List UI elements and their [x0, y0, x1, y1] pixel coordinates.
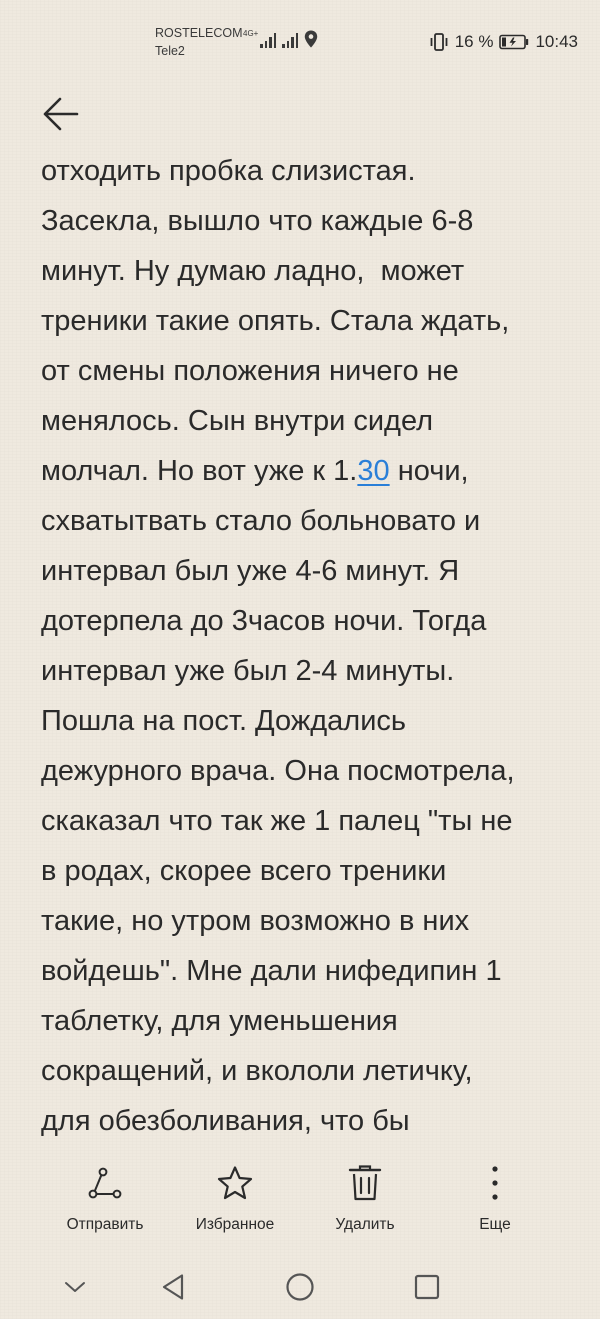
carrier-2: Tele2 [155, 44, 185, 58]
note-line: для обезболивания, что бы [41, 1105, 410, 1137]
note-line: от смены положения ничего не [41, 355, 459, 387]
network-type: 4G+ [243, 29, 259, 38]
send-button[interactable]: Отправить [40, 1162, 170, 1234]
note-line: интервал был уже 4-6 минут. Я [41, 555, 460, 587]
signal-group: 4G+ [243, 30, 318, 48]
share-icon [88, 1167, 122, 1199]
nav-back-button[interactable] [148, 1262, 198, 1312]
note-line: в родах, скорее всего треники [41, 855, 447, 887]
star-icon [217, 1166, 253, 1200]
note-line: схватытвать стало больновато и [41, 505, 481, 537]
right-status: 16 % 10:43 [429, 32, 578, 52]
more-button[interactable]: Еще [430, 1162, 560, 1234]
more-vertical-icon [492, 1166, 498, 1200]
location-icon [305, 30, 318, 48]
note-line: таблетку, для уменьшения [41, 1005, 398, 1037]
battery-percent: 16 % [454, 32, 494, 51]
carrier-info: ROSTELECOM Tele2 [155, 24, 243, 60]
send-label: Отправить [66, 1216, 144, 1233]
note-line: отходить пробка слизистая. [41, 155, 416, 187]
note-line: треники такие опять. Стала ждать, [41, 305, 510, 337]
circle-home-icon [286, 1273, 314, 1301]
note-line: войдешь". Мне дали нифедипин 1 [41, 955, 502, 987]
favorite-button[interactable]: Избранное [170, 1162, 300, 1234]
time-link[interactable]: 30 [357, 455, 389, 487]
note-line: интервал уже был 2-4 минуты. [41, 655, 455, 687]
trash-icon [348, 1165, 382, 1201]
favorite-label: Избранное [195, 1216, 275, 1233]
note-line: Пошла на пост. Дождались [41, 705, 407, 737]
note-content[interactable]: отходить пробка слизистая. Засекла, вышл… [41, 146, 571, 1148]
note-line: сокращений, и вкололи летичку, [41, 1055, 473, 1087]
note-text: ночи, [389, 455, 469, 487]
note-line-with-link: молчал. Но вот уже к 1.30 ночи, [41, 446, 571, 496]
note-line: такие, но утром возможно в них [41, 905, 470, 937]
bottom-toolbar: Отправить Избранное Удалить Еще [0, 1162, 600, 1250]
system-navigation-bar [0, 1262, 600, 1312]
battery-charging-icon [499, 34, 529, 50]
carrier-1: ROSTELECOM [155, 26, 243, 40]
clock: 10:43 [535, 32, 578, 51]
back-button[interactable] [36, 90, 84, 138]
status-bar: ROSTELECOM Tele2 4G+ 16 % 10:43 [0, 0, 600, 84]
nav-home-button[interactable] [275, 1262, 325, 1312]
signal-icon-2 [282, 32, 299, 48]
more-label: Еще [479, 1216, 511, 1233]
note-line: скаказал что так же 1 палец "ты не [41, 805, 513, 837]
arrow-left-icon [43, 97, 79, 131]
chevron-down-icon [65, 1282, 85, 1292]
signal-icon [260, 32, 277, 48]
note-line: дотерпела до 3часов ночи. Тогда [41, 605, 487, 637]
note-text: молчал. Но вот уже к 1. [41, 455, 358, 487]
note-line: Засекла, вышло что каждые 6-8 [41, 205, 474, 237]
note-line: минут. Ну думаю ладно, может [41, 255, 465, 287]
vibrate-icon [430, 33, 448, 51]
triangle-back-icon [162, 1274, 184, 1300]
nav-recents-button[interactable] [402, 1262, 452, 1312]
note-line: менялось. Сын внутри сидел [41, 405, 434, 437]
note-line: дежурного врача. Она посмотрела, [41, 755, 515, 787]
delete-button[interactable]: Удалить [300, 1162, 430, 1234]
square-recents-icon [414, 1274, 440, 1300]
delete-label: Удалить [335, 1216, 395, 1233]
hide-nav-button[interactable] [50, 1262, 100, 1312]
